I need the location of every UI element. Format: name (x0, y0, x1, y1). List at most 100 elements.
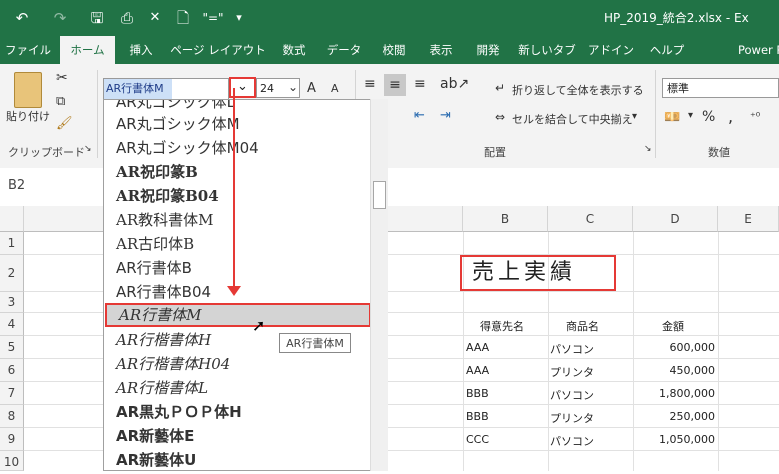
table-cell[interactable]: BBB (466, 410, 489, 423)
currency-icon[interactable]: 💴 (664, 110, 680, 125)
row-header[interactable]: 8 (0, 405, 24, 428)
print-preview-icon[interactable]: ⎙ (116, 0, 138, 36)
header-cell-product[interactable]: 商品名 (566, 318, 599, 334)
font-list-item[interactable]: AR行楷書体L (104, 376, 370, 400)
tab-developer[interactable]: 開発 (468, 36, 508, 64)
font-list-item[interactable]: AR行書体B (104, 256, 370, 280)
table-cell[interactable]: 1,050,000 (636, 433, 715, 446)
save-icon[interactable]: 🖫 (86, 0, 108, 36)
dialog-launcher-icon[interactable]: ↘ (84, 144, 92, 154)
customize-quick-access-icon[interactable]: ▾ (232, 0, 246, 36)
tab-help[interactable]: ヘルプ (644, 36, 690, 64)
cut-icon[interactable]: ✂ (56, 70, 68, 86)
row-header[interactable]: 9 (0, 428, 24, 451)
tab-view[interactable]: 表示 (421, 36, 461, 64)
row-header[interactable]: 3 (0, 292, 24, 313)
table-cell[interactable]: パソコン (550, 341, 594, 357)
row-header[interactable]: 5 (0, 336, 24, 359)
number-format-box[interactable]: 標準 (662, 78, 779, 98)
tab-home[interactable]: ホーム (60, 36, 115, 64)
tab-review[interactable]: 校閲 (374, 36, 414, 64)
table-cell[interactable]: パソコン (550, 387, 594, 403)
table-cell[interactable]: 1,800,000 (636, 387, 715, 400)
align-top-icon[interactable]: ≡ (364, 76, 376, 92)
decrease-indent-icon[interactable]: ⇤ (414, 108, 425, 123)
comma-button[interactable]: , (728, 107, 733, 126)
row-header[interactable]: 4 (0, 313, 24, 336)
header-cell-amount[interactable]: 金額 (662, 318, 684, 334)
scrollbar-thumb[interactable] (373, 181, 386, 209)
tab-addins[interactable]: アドイン (586, 36, 636, 64)
column-header-c[interactable]: C (548, 206, 633, 232)
cell-b2-title[interactable]: 売上実績 (460, 255, 616, 291)
align-bottom-icon[interactable]: ≡ (414, 76, 426, 92)
font-list-item[interactable]: AR行楷書体H04 (104, 352, 370, 376)
tab-page-layout[interactable]: ページ レイアウト (168, 36, 268, 64)
increase-decimal-icon[interactable]: ⁺⁰ (750, 110, 760, 123)
dialog-launcher-icon[interactable]: ↘ (644, 144, 652, 154)
paste-button[interactable]: 貼り付け (6, 108, 50, 124)
orientation-icon[interactable]: ab↗ (440, 76, 469, 92)
tab-power-pivot[interactable]: Power P (698, 36, 779, 64)
tab-insert[interactable]: 挿入 (120, 36, 162, 64)
font-list-item[interactable]: AR新藝体E (104, 424, 370, 448)
wrap-text-button[interactable]: 折り返して全体を表示する (512, 82, 644, 98)
increase-indent-icon[interactable]: ⇥ (440, 108, 451, 123)
align-middle-icon[interactable]: ≡ (384, 74, 406, 96)
copy-icon[interactable]: ⧉ (56, 94, 65, 109)
tab-file[interactable]: ファイル (0, 36, 56, 64)
table-cell[interactable]: 250,000 (636, 410, 716, 423)
row-header[interactable]: 1 (0, 232, 24, 255)
row-header[interactable]: 6 (0, 359, 24, 382)
column-header-d[interactable]: D (633, 206, 718, 232)
undo-icon[interactable]: ↶ (10, 0, 34, 36)
row-header[interactable]: 10 (0, 451, 24, 471)
font-list-item-selected[interactable]: AR行書体M (105, 303, 371, 327)
font-list-item[interactable]: AR祝印篆B04 (104, 184, 370, 208)
dropdown-scrollbar[interactable] (370, 99, 388, 471)
ribbon-tabs: ファイル ホーム 挿入 ページ レイアウト 数式 データ 校閲 表示 開発 新し… (0, 36, 779, 64)
currency-dropdown-icon[interactable]: ▾ (688, 110, 693, 121)
font-size-dropdown-icon[interactable]: ⌄ (288, 80, 298, 94)
percent-button[interactable]: % (702, 109, 715, 125)
font-list-item[interactable]: AR黒丸ＰＯＰ体H (104, 400, 370, 424)
table-cell[interactable]: パソコン (550, 433, 594, 449)
font-list-item[interactable]: AR教科書体M (104, 208, 370, 232)
font-list-item[interactable]: AR丸ゴシック体M (104, 112, 370, 136)
font-list-item[interactable]: AR祝印篆B (104, 160, 370, 184)
table-cell[interactable]: 450,000 (636, 364, 716, 377)
column-header-b[interactable]: B (463, 206, 548, 232)
row-header[interactable]: 7 (0, 382, 24, 405)
grow-font-button[interactable]: A (307, 81, 316, 96)
row-header[interactable]: 2 (0, 255, 24, 292)
new-document-icon[interactable]: 🗋 (173, 0, 193, 36)
font-name-box[interactable]: AR行書体M (103, 78, 229, 100)
table-cell[interactable]: BBB (466, 387, 489, 400)
table-cell[interactable]: 600,000 (636, 341, 716, 354)
tab-data[interactable]: データ (322, 36, 366, 64)
shrink-font-button[interactable]: A (331, 82, 339, 95)
redo-icon[interactable]: ↷ (48, 0, 72, 36)
tab-new-tab[interactable]: 新しいタブ (515, 36, 579, 64)
merge-center-button[interactable]: セルを結合して中央揃え (512, 111, 633, 127)
header-cell-customer[interactable]: 得意先名 (480, 318, 524, 334)
font-list-item[interactable]: AR丸ゴシック体M04 (104, 136, 370, 160)
select-all-corner[interactable] (0, 206, 24, 232)
font-dropdown-list[interactable]: AR丸ゴシック体L AR丸ゴシック体M AR丸ゴシック体M04 AR祝印篆B A… (103, 99, 388, 471)
formula-quote-icon[interactable]: "=" (200, 0, 226, 36)
column-header-e[interactable]: E (718, 206, 779, 232)
name-box[interactable]: B2 (8, 178, 25, 193)
close-icon[interactable]: ✕ (145, 0, 165, 36)
table-cell[interactable]: AAA (466, 364, 489, 377)
table-cell[interactable]: プリンタ (550, 364, 594, 380)
merge-dropdown-icon[interactable]: ▾ (632, 111, 637, 122)
grid-line (718, 232, 719, 471)
paste-icon[interactable] (14, 72, 42, 108)
tab-formulas[interactable]: 数式 (274, 36, 314, 64)
font-list-item[interactable]: AR新藝体U (104, 448, 370, 470)
font-list-item[interactable]: AR古印体B (104, 232, 370, 256)
table-cell[interactable]: CCC (466, 433, 489, 446)
table-cell[interactable]: プリンタ (550, 410, 594, 426)
format-painter-icon[interactable]: 🖌 (56, 116, 73, 131)
table-cell[interactable]: AAA (466, 341, 489, 354)
